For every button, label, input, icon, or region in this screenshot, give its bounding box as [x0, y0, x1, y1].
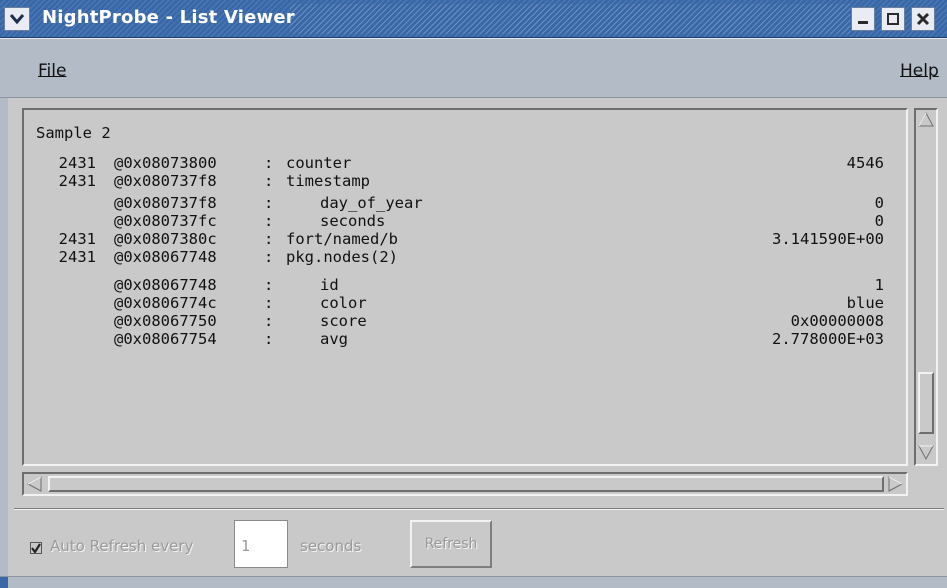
row-name: avg [320, 330, 348, 348]
vertical-scroll-thumb[interactable] [918, 372, 934, 434]
row-name: timestamp [286, 172, 370, 190]
row-address: @0x080737fc [114, 212, 217, 230]
menu-file[interactable]: File [38, 61, 66, 81]
title-bar: NightProbe - List Viewer [0, 0, 947, 38]
row-value: 0x00000008 [790, 312, 884, 330]
checkmark-icon [31, 543, 41, 553]
window-menu-button[interactable] [4, 7, 30, 31]
row-separator: : [264, 294, 274, 312]
row-name: seconds [320, 212, 386, 230]
horizontal-scroll-thumb[interactable] [48, 476, 884, 492]
list-row: @0x08067750: score 0x00000008 [24, 312, 906, 332]
maximize-icon [887, 13, 899, 25]
list-row: 2431 @0x080737f8: timestamp [24, 172, 906, 192]
row-id: 2431 [58, 154, 96, 172]
row-separator: : [264, 312, 274, 330]
row-address: @0x0806774c [114, 294, 217, 312]
scroll-right-button[interactable] [886, 475, 904, 493]
arrow-down-icon [918, 445, 934, 461]
row-address: @0x08073800 [114, 154, 217, 172]
window-bottom-accent [0, 577, 8, 588]
row-separator: : [264, 330, 274, 348]
row-value: 1 [874, 276, 884, 294]
arrow-right-icon [888, 476, 904, 492]
separator [14, 508, 944, 510]
window-bottom-edge [0, 576, 947, 588]
row-address: @0x080737f8 [114, 194, 217, 212]
arrow-up-icon [918, 111, 934, 127]
chevron-down-icon [9, 14, 25, 25]
minimize-button[interactable] [851, 7, 875, 31]
row-address: @0x08067754 [114, 330, 217, 348]
refresh-button[interactable]: Refresh [410, 520, 492, 568]
list-row: @0x080737f8: day_of_year 0 [24, 194, 906, 214]
menu-bar: File Help [0, 38, 947, 98]
row-id: 2431 [58, 230, 96, 248]
list-text-area[interactable]: Sample 2 2431 @0x08073800: counter 4546 2431… [22, 108, 908, 466]
menu-help[interactable]: Help [900, 61, 939, 81]
row-value: 0 [874, 212, 884, 230]
auto-refresh-label: Auto Refresh every [50, 537, 194, 555]
row-separator: : [264, 172, 274, 190]
horizontal-scrollbar[interactable] [22, 472, 908, 496]
close-icon [916, 12, 930, 26]
list-row: @0x0806774c: color blue [24, 294, 906, 314]
sample-title: Sample 2 [36, 124, 111, 142]
row-separator: : [264, 248, 274, 266]
arrow-left-icon [26, 476, 42, 492]
scroll-left-button[interactable] [26, 475, 44, 493]
row-id: 2431 [58, 172, 96, 190]
row-separator: : [264, 230, 274, 248]
window-title: NightProbe - List Viewer [42, 7, 295, 28]
row-value: 0 [874, 194, 884, 212]
vertical-scrollbar[interactable] [914, 108, 938, 466]
row-separator: : [264, 212, 274, 230]
scroll-down-button[interactable] [917, 443, 935, 461]
maximize-button[interactable] [881, 7, 905, 31]
row-value: 4546 [846, 154, 884, 172]
row-id: 2431 [58, 248, 96, 266]
list-row: 2431 @0x0807380c: fort/named/b 3.141590E+00 [24, 230, 906, 250]
refresh-seconds-input[interactable]: 1 [234, 520, 288, 568]
row-name: id [320, 276, 339, 294]
list-row: 2431 @0x08073800: counter 4546 [24, 154, 906, 174]
scroll-up-button[interactable] [917, 111, 935, 129]
row-value: blue [846, 294, 884, 312]
row-address: @0x08067750 [114, 312, 217, 330]
row-address: @0x080737f8 [114, 172, 217, 190]
row-name: pkg.nodes(2) [286, 248, 398, 266]
row-value: 2.778000E+03 [772, 330, 884, 348]
list-row: 2431 @0x08067748: pkg.nodes(2) [24, 248, 906, 268]
row-name: color [320, 294, 367, 312]
row-name: counter [286, 154, 352, 172]
row-separator: : [264, 194, 274, 212]
auto-refresh-checkbox[interactable] [30, 542, 42, 554]
row-name: fort/named/b [286, 230, 398, 248]
close-button[interactable] [911, 7, 935, 31]
row-separator: : [264, 276, 274, 294]
seconds-label: seconds [300, 537, 362, 555]
row-name: day_of_year [320, 194, 423, 212]
row-separator: : [264, 154, 274, 172]
list-row: @0x08067748: id 1 [24, 276, 906, 296]
minimize-icon [858, 21, 868, 24]
row-address: @0x08067748 [114, 276, 217, 294]
row-address: @0x08067748 [114, 248, 217, 266]
refresh-controls: Auto Refresh every 1 seconds Refresh [14, 512, 944, 574]
list-row: @0x080737fc: seconds 0 [24, 212, 906, 232]
row-name: score [320, 312, 367, 330]
list-row: @0x08067754: avg 2.778000E+03 [24, 330, 906, 350]
row-address: @0x0807380c [114, 230, 217, 248]
window-left-edge [0, 98, 8, 578]
title-bar-pattern [290, 4, 850, 34]
row-value: 3.141590E+00 [772, 230, 884, 248]
